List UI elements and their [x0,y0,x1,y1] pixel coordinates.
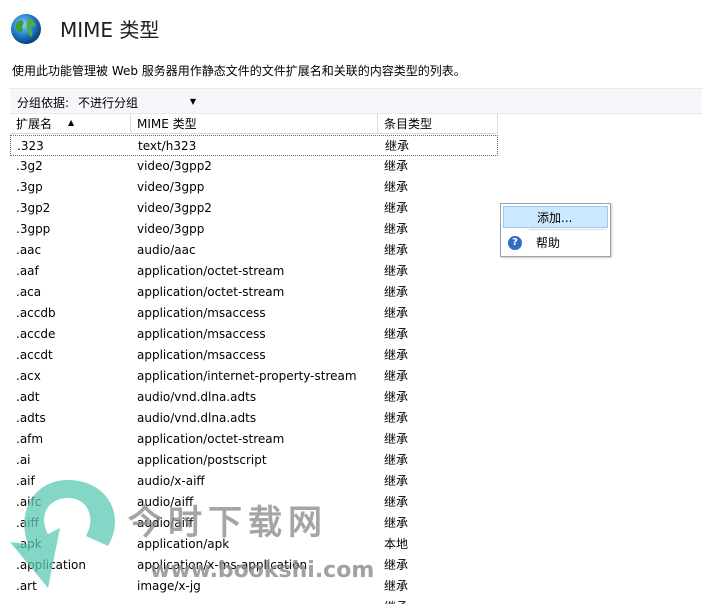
globe-icon [11,14,41,44]
entry-type-cell: 继承 [384,495,409,509]
download-arrow-watermark-icon [10,480,115,588]
table-row[interactable]: .aaf application/octet-stream 继承 [10,261,498,282]
extension-cell: .aac [16,243,42,257]
mime-type-cell: audio/vnd.dlna.adts [137,411,257,425]
chevron-down-icon: ▼ [189,97,196,106]
watermark-url: www.bookshi.com [150,558,375,583]
mime-type-cell: video/3gpp2 [137,201,212,215]
page-title: MIME 类型 [60,18,160,42]
entry-type-cell: 继承 [384,411,409,425]
column-header-mime-type[interactable]: MIME 类型 [131,114,378,134]
entry-type-cell: 继承 [384,432,409,446]
table-row[interactable]: .3gpp video/3gpp 继承 [10,219,498,240]
table-row[interactable]: .aca application/octet-stream 继承 [10,282,498,303]
extension-cell: .323 [17,139,44,153]
table-row[interactable]: .acx application/internet-property-stream… [10,366,498,387]
mime-type-cell: application/postscript [137,453,267,467]
mime-type-cell: audio/x-aiff [137,474,205,488]
menu-separator [529,229,607,230]
extension-cell: .accde [16,327,56,341]
column-header-extension[interactable]: 扩展名 ▲ [10,114,131,134]
mime-type-cell: application/msaccess [137,327,266,341]
entry-type-cell: 继承 [384,453,409,467]
entry-type-cell: 继承 [384,597,408,604]
table-row[interactable]: .323 text/h323 继承 [10,135,498,156]
entry-type-cell: 继承 [384,558,409,572]
watermark-text: 今时下载网 [128,503,328,543]
help-icon: ? [508,236,522,250]
entry-type-cell: 继承 [384,474,409,488]
page-description: 使用此功能管理被 Web 服务器用作静态文件的文件扩展名和关联的内容类型的列表。 [12,64,466,78]
entry-type-cell: 继承 [384,180,409,194]
sort-ascending-icon: ▲ [68,118,75,127]
mime-type-cell: application/octet-stream [137,285,285,299]
extension-cell: .3gp2 [16,201,51,215]
mime-type-cell: application/octet-stream [137,432,285,446]
mime-type-cell: audio/aac [137,243,196,257]
extension-cell: .3g2 [16,159,43,173]
mime-type-cell: audio/vnd.dlna.adts [137,390,257,404]
menu-item-label: 添加... [537,211,573,225]
extension-cell: .aaf [16,264,39,278]
extension-cell: .accdt [16,348,53,362]
extension-cell: .3gpp [16,222,51,236]
entry-type-cell: 继承 [385,139,410,153]
column-header-label: MIME 类型 [137,117,197,131]
group-by-value: 不进行分组 [78,96,139,110]
table-row[interactable]: .accdb application/msaccess 继承 [10,303,498,324]
table-row[interactable]: .adt audio/vnd.dlna.adts 继承 [10,387,498,408]
table-row[interactable]: 继承 [10,597,498,604]
table-row[interactable]: .accde application/msaccess 继承 [10,324,498,345]
context-menu: 添加... ? 帮助 [500,203,611,257]
entry-type-cell: 本地 [384,537,409,551]
column-header-label: 扩展名 [16,117,53,131]
entry-type-cell: 继承 [384,306,409,320]
extension-cell: .adts [16,411,46,425]
mime-type-cell: application/internet-property-stream [137,369,357,383]
table-row[interactable]: .3g2 video/3gpp2 继承 [10,156,498,177]
menu-item-help[interactable]: ? 帮助 [503,232,608,254]
table-row[interactable]: .afm application/octet-stream 继承 [10,429,498,450]
extension-cell: .afm [16,432,44,446]
mime-type-cell: application/octet-stream [137,264,285,278]
table-row[interactable]: .3gp video/3gpp 继承 [10,177,498,198]
entry-type-cell: 继承 [384,369,409,383]
table-row[interactable]: .3gp2 video/3gpp2 继承 [10,198,498,219]
menu-item-label: 帮助 [536,236,561,250]
entry-type-cell: 继承 [384,327,409,341]
group-by-dropdown[interactable]: 不进行分组 ▼ [78,94,196,110]
entry-type-cell: 继承 [384,285,409,299]
group-by-label: 分组依据: [17,96,70,110]
entry-type-cell: 继承 [384,390,409,404]
entry-type-cell: 继承 [384,201,409,215]
table-row[interactable]: .adts audio/vnd.dlna.adts 继承 [10,408,498,429]
mime-type-cell: application/msaccess [137,306,266,320]
extension-cell: .aca [16,285,42,299]
extension-cell: .acx [16,369,41,383]
table-row[interactable]: .accdt application/msaccess 继承 [10,345,498,366]
entry-type-cell: 继承 [384,516,409,530]
table-row[interactable]: .aac audio/aac 继承 [10,240,498,261]
header: MIME 类型 [0,0,702,58]
entry-type-cell: 继承 [384,159,409,173]
menu-item-add[interactable]: 添加... [503,206,608,228]
column-header-label: 条目类型 [384,117,433,131]
entry-type-cell: 继承 [384,264,409,278]
entry-type-cell: 继承 [384,579,409,593]
entry-type-cell: 继承 [384,243,409,257]
entry-type-cell: 继承 [384,222,409,236]
extension-cell: .adt [16,390,40,404]
entry-type-cell: 继承 [384,348,409,362]
group-toolbar: 分组依据: 不进行分组 ▼ [10,88,702,114]
mime-type-cell: video/3gpp2 [137,159,212,173]
column-header-entry-type[interactable]: 条目类型 [378,114,498,134]
extension-cell: .3gp [16,180,43,194]
extension-cell: .accdb [16,306,56,320]
table-row[interactable]: .ai application/postscript 继承 [10,450,498,471]
extension-cell: .ai [16,453,31,467]
mime-type-cell: text/h323 [138,139,197,153]
mime-type-cell: application/msaccess [137,348,266,362]
mime-type-cell: video/3gpp [137,180,205,194]
mime-type-cell: video/3gpp [137,222,205,236]
